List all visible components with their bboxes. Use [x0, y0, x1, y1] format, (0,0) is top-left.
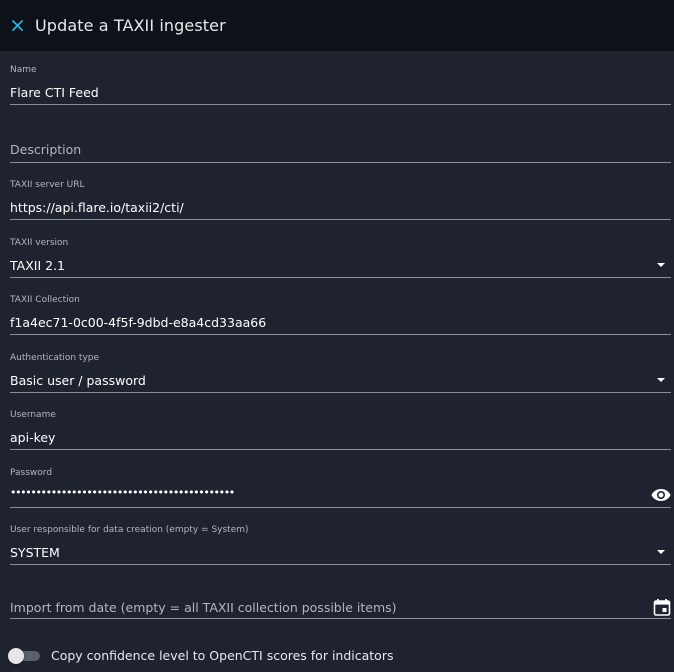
username-underline — [10, 449, 671, 450]
chevron-down-icon[interactable] — [657, 550, 665, 554]
password-label: Password — [10, 468, 53, 478]
username-field[interactable]: Username api-key — [10, 410, 671, 450]
version-label: TAXII version — [10, 238, 69, 248]
name-label: Name — [10, 65, 37, 75]
import-date-field[interactable]: Import from date (empty = all TAXII coll… — [10, 587, 671, 619]
eye-icon — [651, 489, 671, 501]
description-field[interactable]: Description — [10, 131, 671, 163]
toggle-password-visibility-button[interactable] — [651, 488, 671, 502]
chevron-down-icon[interactable] — [657, 378, 665, 382]
collection-field[interactable]: TAXII Collection f1a4ec71-0c00-4f5f-9dbd… — [10, 295, 671, 335]
name-input[interactable]: Flare CTI Feed — [10, 85, 99, 100]
collection-label: TAXII Collection — [10, 295, 80, 305]
server-url-underline — [10, 219, 671, 220]
username-input[interactable]: api-key — [10, 430, 55, 445]
import-date-underline — [10, 618, 671, 619]
server-url-label: TAXII server URL — [10, 180, 85, 190]
version-select[interactable]: TAXII version TAXII 2.1 — [10, 238, 671, 278]
version-underline — [10, 277, 671, 278]
confidence-switch[interactable] — [8, 648, 42, 664]
version-value[interactable]: TAXII 2.1 — [10, 258, 65, 273]
auth-type-underline — [10, 392, 671, 393]
description-underline — [10, 162, 671, 163]
password-field[interactable]: Password •••••••••••••••••••••••••••••••… — [10, 468, 671, 508]
open-date-picker-button[interactable] — [653, 598, 671, 616]
name-field[interactable]: Name Flare CTI Feed — [10, 65, 671, 105]
close-button[interactable] — [10, 19, 24, 33]
confidence-switch-label: Copy confidence level to OpenCTI scores … — [51, 648, 394, 663]
auth-type-value[interactable]: Basic user / password — [10, 373, 146, 388]
description-input[interactable]: Description — [10, 142, 81, 157]
dialog-header: Update a TAXII ingester — [0, 0, 674, 51]
user-responsible-select[interactable]: User responsible for data creation (empt… — [10, 525, 671, 565]
auth-type-select[interactable]: Authentication type Basic user / passwor… — [10, 353, 671, 393]
auth-type-label: Authentication type — [10, 353, 100, 363]
collection-input[interactable]: f1a4ec71-0c00-4f5f-9dbd-e8a4cd33aa66 — [10, 315, 266, 330]
password-underline — [10, 507, 671, 508]
dialog-title: Update a TAXII ingester — [35, 16, 226, 35]
password-input[interactable]: ••••••••••••••••••••••••••••••••••••••••… — [10, 486, 235, 499]
chevron-down-icon[interactable] — [657, 263, 665, 267]
server-url-field[interactable]: TAXII server URL https://api.flare.io/ta… — [10, 180, 671, 220]
switch-thumb — [8, 648, 24, 664]
user-responsible-underline — [10, 564, 671, 565]
taxii-ingester-form: Name Flare CTI Feed Description TAXII se… — [0, 51, 674, 672]
close-icon — [11, 20, 23, 31]
name-underline — [10, 104, 671, 105]
import-date-input[interactable]: Import from date (empty = all TAXII coll… — [10, 600, 397, 615]
calendar-icon — [653, 599, 671, 616]
collection-underline — [10, 334, 671, 335]
username-label: Username — [10, 410, 56, 420]
user-responsible-label: User responsible for data creation (empt… — [10, 525, 249, 535]
user-responsible-value[interactable]: SYSTEM — [10, 545, 60, 560]
server-url-input[interactable]: https://api.flare.io/taxii2/cti/ — [10, 200, 184, 215]
